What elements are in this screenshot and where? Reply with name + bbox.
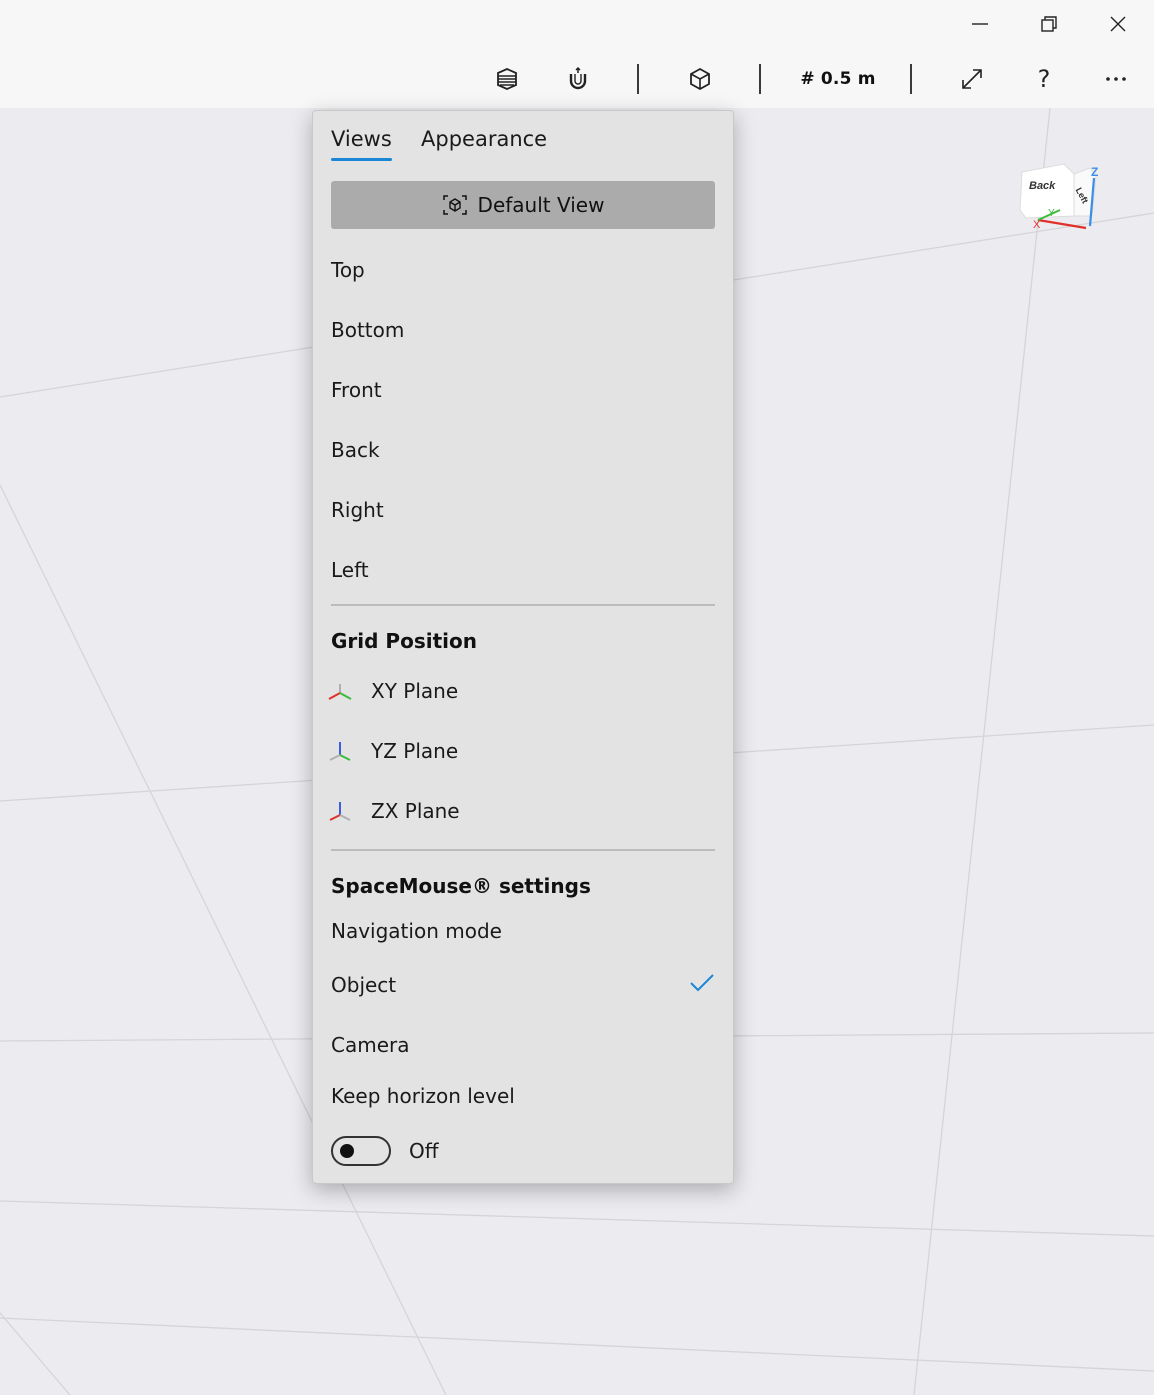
minimize-button[interactable] — [960, 4, 1000, 44]
nav-cube-face-back[interactable]: Back — [1029, 180, 1056, 192]
material-icon — [497, 68, 517, 90]
scene-object-icon — [690, 67, 710, 91]
view-right-label: Right — [331, 498, 384, 522]
xy-plane-icon — [328, 684, 352, 700]
grid-position-heading: Grid Position — [331, 629, 477, 653]
view-back-label: Back — [331, 438, 380, 462]
plane-xy[interactable]: XY Plane — [328, 666, 715, 716]
fullscreen-icon — [962, 69, 982, 89]
yz-plane-icon — [329, 742, 351, 761]
view-back[interactable]: Back — [331, 425, 715, 475]
restore-icon — [1041, 16, 1057, 32]
views-flyout-panel: Views Appearance Default View Top Bottom… — [312, 110, 734, 1184]
snap-button[interactable] — [557, 58, 599, 100]
default-view-label: Default View — [477, 193, 605, 217]
navigation-cube[interactable]: Back Left Z Y X — [1012, 160, 1112, 240]
grid-size-label: # 0.5 m — [800, 69, 876, 89]
tab-appearance[interactable]: Appearance — [421, 127, 547, 159]
toolbar-separator — [910, 64, 912, 94]
spacemouse-heading: SpaceMouse® settings — [331, 874, 591, 898]
view-right[interactable]: Right — [331, 485, 715, 535]
toolbar-separator — [759, 64, 761, 94]
axis-label-z: Z — [1091, 165, 1098, 179]
keep-horizon-toggle[interactable] — [331, 1136, 391, 1166]
mode-object-label: Object — [331, 973, 397, 997]
close-button[interactable] — [1098, 4, 1138, 44]
view-top-label: Top — [331, 258, 365, 282]
navigation-mode-label: Navigation mode — [331, 919, 502, 943]
plane-xy-label: XY Plane — [371, 679, 459, 703]
view-front-label: Front — [331, 378, 382, 402]
view-left[interactable]: Left — [331, 545, 715, 595]
mode-camera-label: Camera — [331, 1033, 410, 1057]
section-divider — [331, 604, 715, 606]
more-icon — [1106, 77, 1126, 81]
view-left-label: Left — [331, 558, 369, 582]
fullscreen-button[interactable] — [951, 58, 993, 100]
axis-label-y: Y — [1048, 208, 1055, 219]
mode-object[interactable]: Object — [331, 960, 715, 1010]
view-bottom[interactable]: Bottom — [331, 305, 715, 355]
view-top[interactable]: Top — [331, 245, 715, 295]
restore-button[interactable] — [1029, 4, 1069, 44]
minimize-icon — [972, 23, 988, 25]
more-button[interactable] — [1095, 58, 1137, 100]
section-divider — [331, 849, 715, 851]
close-icon — [1110, 16, 1126, 32]
plane-zx-label: ZX Plane — [371, 799, 460, 823]
zx-plane-icon — [329, 802, 351, 821]
material-button[interactable] — [486, 58, 528, 100]
toolbar-separator — [637, 64, 639, 94]
help-icon: ? — [1037, 65, 1051, 93]
plane-yz[interactable]: YZ Plane — [329, 726, 715, 776]
view-front[interactable]: Front — [331, 365, 715, 415]
title-bar: # 0.5 m ? — [0, 0, 1154, 108]
view-bottom-label: Bottom — [331, 318, 405, 342]
toggle-knob — [340, 1144, 354, 1158]
scene-object-button[interactable] — [679, 58, 721, 100]
plane-zx[interactable]: ZX Plane — [329, 786, 715, 836]
magnet-snap-icon — [569, 66, 587, 90]
keep-horizon-label: Keep horizon level — [331, 1084, 515, 1108]
default-view-icon — [442, 195, 467, 215]
tab-views[interactable]: Views — [331, 127, 392, 161]
toggle-state-label: Off — [409, 1139, 439, 1163]
grid-size-button[interactable]: # 0.5 m — [800, 58, 876, 100]
checkmark-icon — [690, 974, 714, 992]
help-button[interactable]: ? — [1023, 58, 1065, 100]
keep-horizon-toggle-row: Off — [331, 1135, 439, 1167]
default-view-button[interactable]: Default View — [331, 181, 715, 229]
plane-yz-label: YZ Plane — [371, 739, 459, 763]
axis-label-x: X — [1033, 219, 1041, 231]
mode-camera[interactable]: Camera — [331, 1020, 715, 1070]
